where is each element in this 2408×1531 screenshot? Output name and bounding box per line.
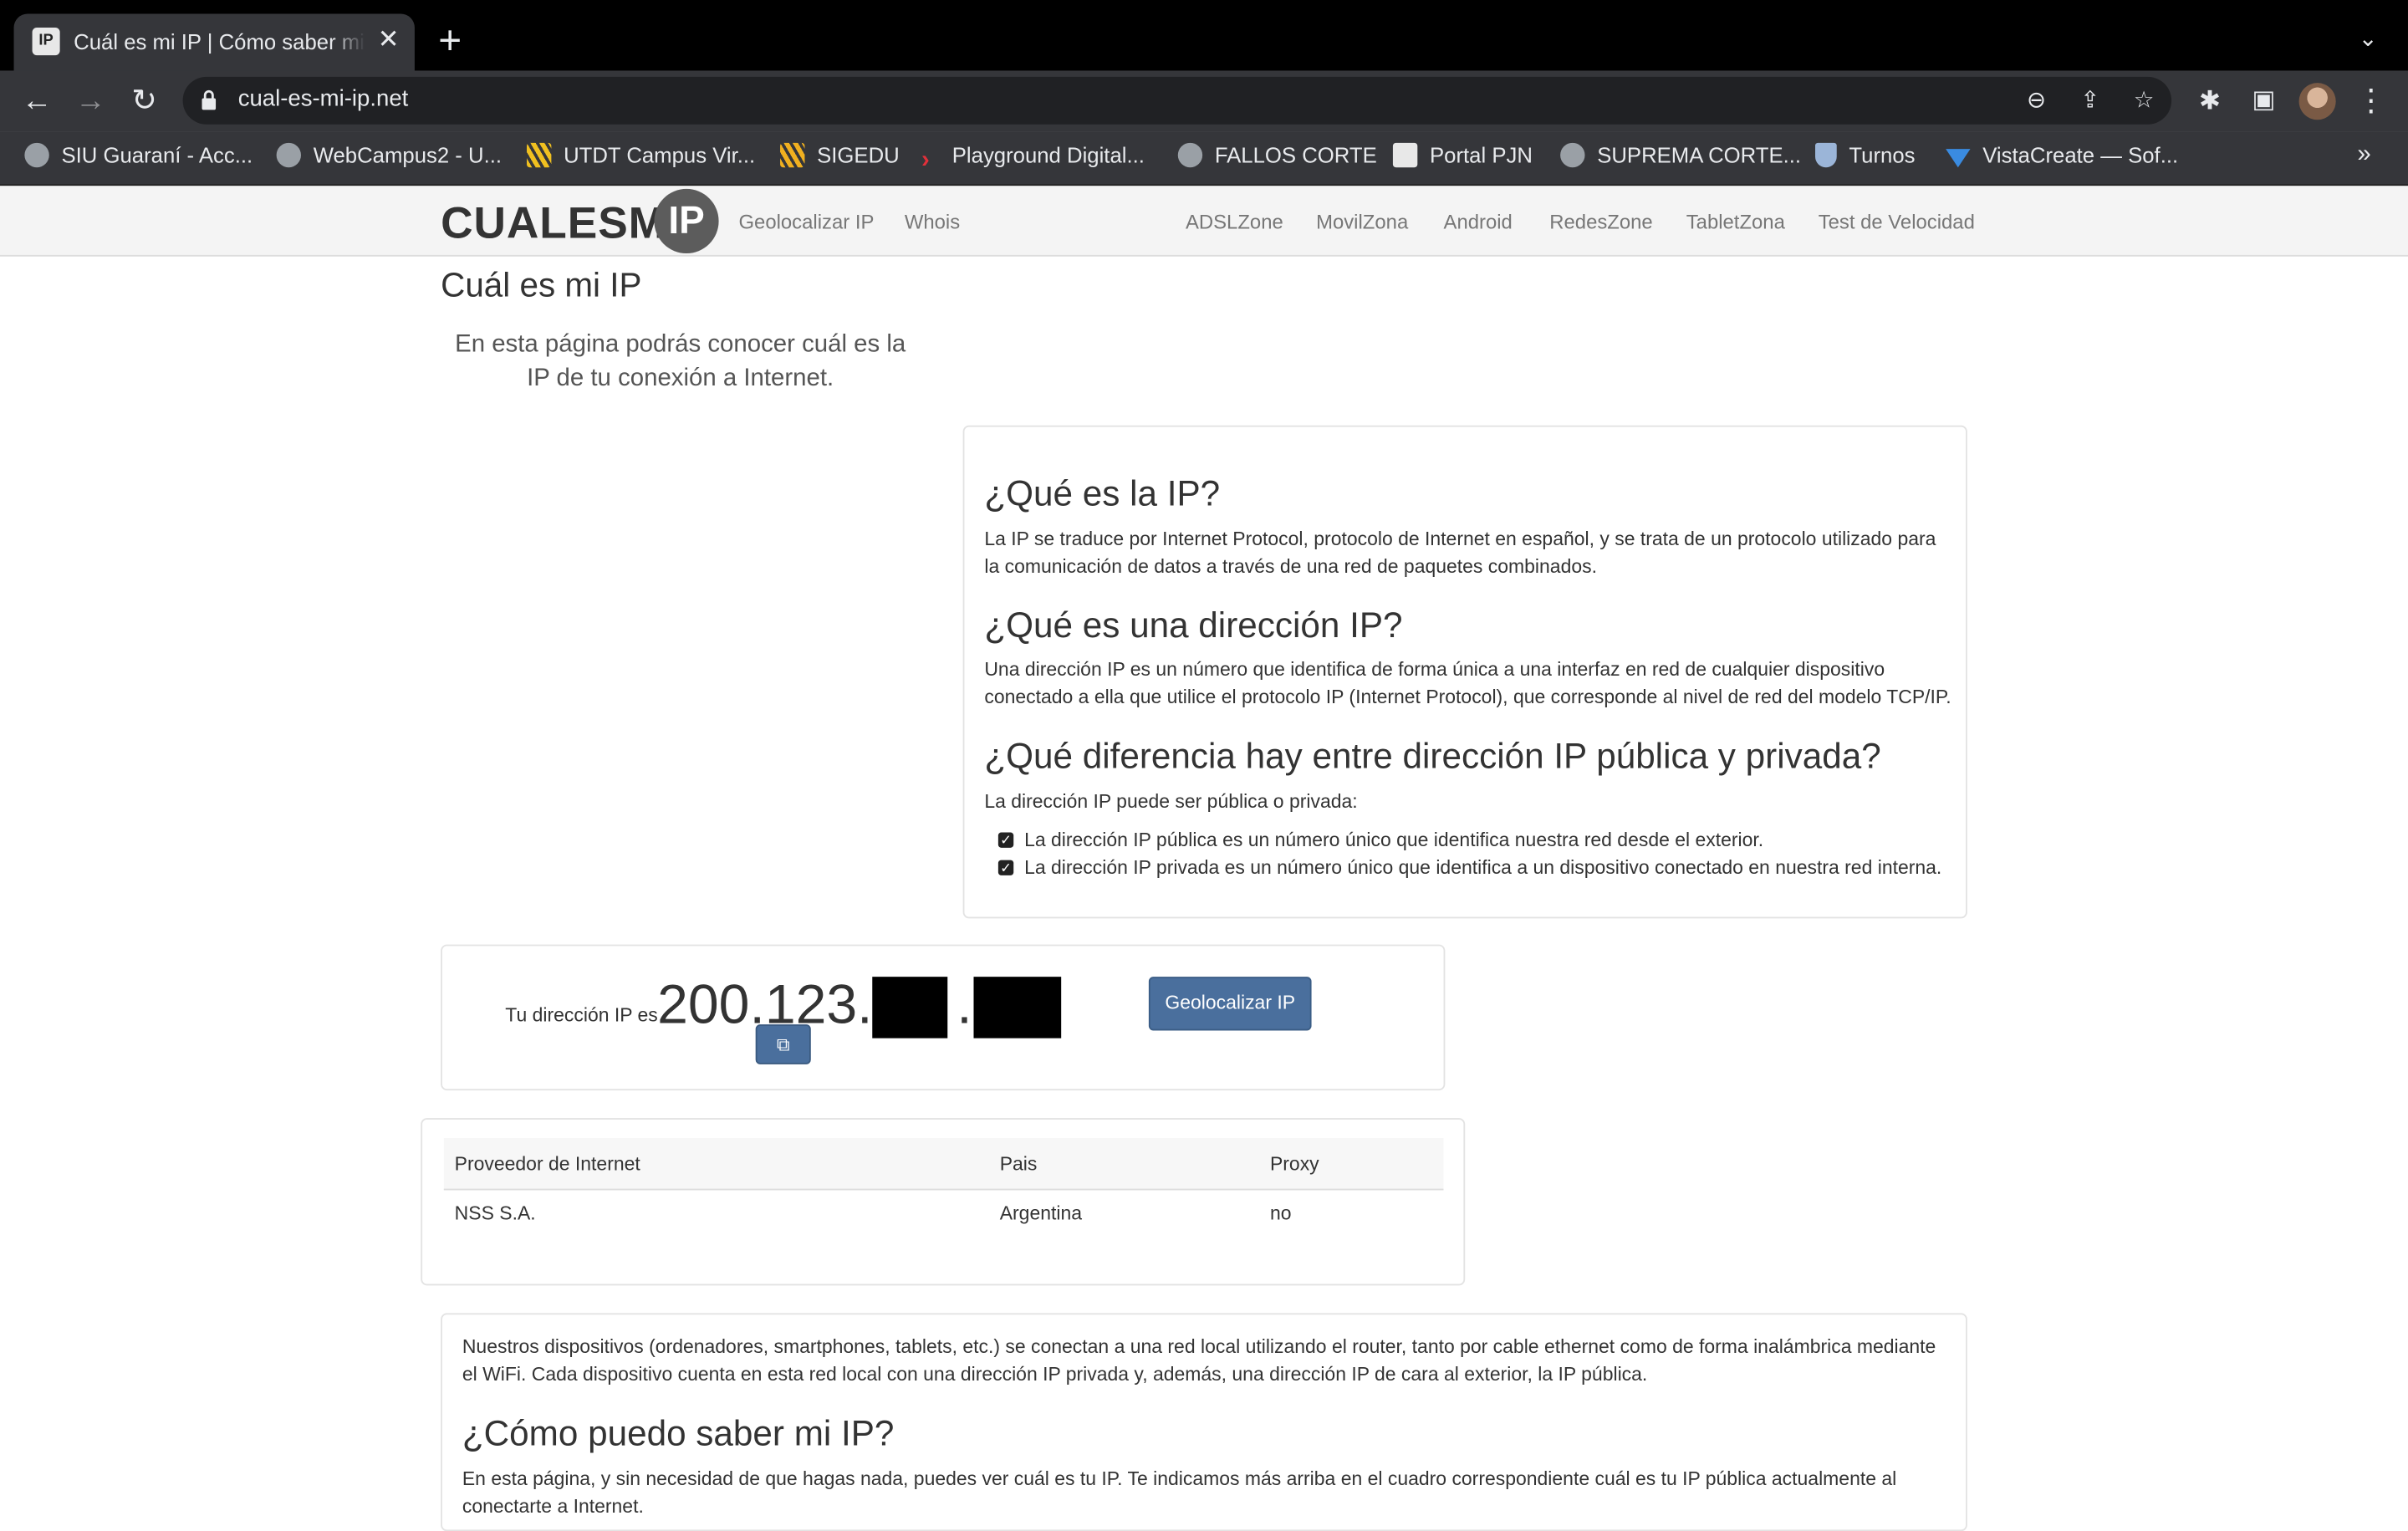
heading-direccion-ip: ¿Qué es una dirección IP? [984,605,1403,646]
table-header: Proveedor de Internet Pais Proxy [443,1138,1444,1191]
menu-icon[interactable]: ⋮ [2353,83,2390,120]
column-header: Proveedor de Internet [454,1153,640,1176]
sigedu-icon [780,142,805,168]
screen: IP Cuál es mi IP | Cómo saber mi IP ✕ + … [0,0,2408,1531]
list-item: La dirección IP privada es un número úni… [1024,856,1942,879]
address-bar[interactable]: cual-es-mi-ip.net ⊖ ⇪ ☆ [182,76,2172,125]
nav-link-test-velocidad[interactable]: Test de Velocidad [1819,211,1975,234]
heading-publica-privada: ¿Qué diferencia hay entre dirección IP p… [984,735,1881,776]
bookmark-item[interactable]: VistaCreate — Sof... [1946,143,2178,174]
close-tab-icon[interactable]: ✕ [373,24,404,55]
redacted-block [872,977,948,1039]
logo-badge: IP [654,188,719,254]
url-text[interactable]: cual-es-mi-ip.net [238,86,409,112]
pjn-icon [1392,142,1418,168]
bookmark-item[interactable]: SUPREMA CORTE... [1560,142,1801,174]
table-cell: NSS S.A. [454,1202,536,1224]
ip-separator: . [957,972,972,1035]
tab-search-chevron-icon[interactable]: ⌄ [2353,24,2384,55]
table-cell: Argentina [999,1202,1083,1224]
info-panel: ¿Qué es la IP? La IP se traduce por Inte… [962,425,1967,919]
share-icon[interactable]: ⇪ [2074,84,2107,118]
lock-icon [202,89,217,110]
bookmark-item[interactable]: SIU Guaraní - Acc... [24,142,253,174]
paragraph-que-es-ip: La IP se traduce por Internet Protocol, … [984,528,1936,577]
bookmark-item[interactable]: WebCampus2 - U... [276,142,502,174]
turnos-icon [1815,142,1837,168]
zoom-icon[interactable]: ⊖ [2019,84,2053,118]
back-icon[interactable]: ← [18,83,55,120]
vistacreate-icon [1946,149,1971,168]
copy-ip-button[interactable]: ⧉ [755,1024,811,1064]
page-title: Cuál es mi IP [441,265,642,304]
bookmark-star-icon[interactable]: ☆ [2127,84,2161,118]
bookmark-item[interactable]: SIGEDU [780,142,900,174]
nav-link-redeszone[interactable]: RedesZone [1549,211,1652,234]
globe-icon [1177,142,1203,168]
globe-icon [276,142,301,168]
browser-tab[interactable]: IP Cuál es mi IP | Cómo saber mi IP ✕ [13,13,415,71]
new-tab-icon[interactable]: + [431,20,468,60]
list-item: La dirección IP pública es un número úni… [1024,829,1764,851]
globe-icon [1560,142,1585,168]
paragraph-direccion-ip: Una dirección IP es un número que identi… [984,658,1951,707]
checkbox-icon: ✓ [997,860,1014,875]
logo-text: CUALESMI [441,199,680,249]
ip-panel: Tu dirección IP es 200.123. . ⧉ Geolocal… [441,944,1446,1091]
site-navbar: CUALESMI IP Geolocalizar IP Whois ADSLZo… [0,186,2408,257]
extensions-icon[interactable]: ✱ [2191,83,2228,120]
bookmarks-bar: SIU Guaraní - Acc... WebCampus2 - U... U… [0,131,2408,186]
site-favicon-icon: IP [32,28,60,56]
copy-icon: ⧉ [776,1033,790,1055]
globe-icon [24,142,49,168]
heading-que-es-ip: ¿Qué es la IP? [984,472,1221,513]
bookmark-item[interactable]: Turnos [1815,142,1916,174]
browser-toolbar: ← → ↻ cual-es-mi-ip.net ⊖ ⇪ ☆ ✱ ▣ ⋮ [0,70,2408,132]
checkbox-icon: ✓ [997,832,1014,848]
nav-link-tabletzona[interactable]: TabletZona [1686,211,1785,234]
forward-icon[interactable]: → [72,83,109,120]
bookmark-item[interactable]: FALLOS CORTE [1177,142,1377,174]
table-cell: no [1269,1202,1292,1224]
bottom-panel: Nuestros dispositivos (ordenadores, smar… [441,1313,1967,1531]
geolocalizar-button[interactable]: Geolocalizar IP [1148,977,1312,1031]
bookmark-item[interactable]: Portal PJN [1392,142,1533,174]
nav-link-android[interactable]: Android [1444,211,1513,234]
reload-icon[interactable]: ↻ [126,83,163,120]
nav-link-whois[interactable]: Whois [905,211,960,234]
tab-strip: IP Cuál es mi IP | Cómo saber mi IP ✕ + … [0,0,2408,71]
redacted-block [973,977,1062,1039]
bookmark-item[interactable]: UTDT Campus Vir... [526,142,755,174]
paragraph-redes: Nuestros dispositivos (ordenadores, smar… [462,1335,1936,1385]
nav-link-adslzone[interactable]: ADSLZone [1186,211,1283,234]
isp-table-panel: Proveedor de Internet Pais Proxy NSS S.A… [421,1118,1466,1286]
nav-link-geolocalizar[interactable]: Geolocalizar IP [738,211,874,234]
column-header: Pais [999,1153,1038,1176]
nav-link-movilzona[interactable]: MovilZona [1316,211,1408,234]
utdt-icon [526,142,552,168]
tab-title: Cuál es mi IP | Cómo saber mi IP [74,28,366,54]
paragraph-publica-privada: La dirección IP puede ser pública o priv… [984,790,1358,813]
profile-avatar[interactable] [2298,83,2336,120]
paragraph-como-saber-ip: En esta página, y sin necesidad de que h… [462,1467,1897,1517]
more-bookmarks-icon[interactable]: » [2357,141,2370,169]
playground-icon: › [921,147,930,174]
ip-label: Tu dirección IP es [505,1004,658,1026]
page-lead: En esta página podrás conocer cuál es la… [455,331,906,392]
column-header: Proxy [1269,1153,1319,1176]
heading-como-saber-ip: ¿Cómo puedo saber mi IP? [462,1412,895,1453]
bookmark-item[interactable]: › Playground Digital... [921,143,1145,174]
side-panel-icon[interactable]: ▣ [2245,83,2282,120]
